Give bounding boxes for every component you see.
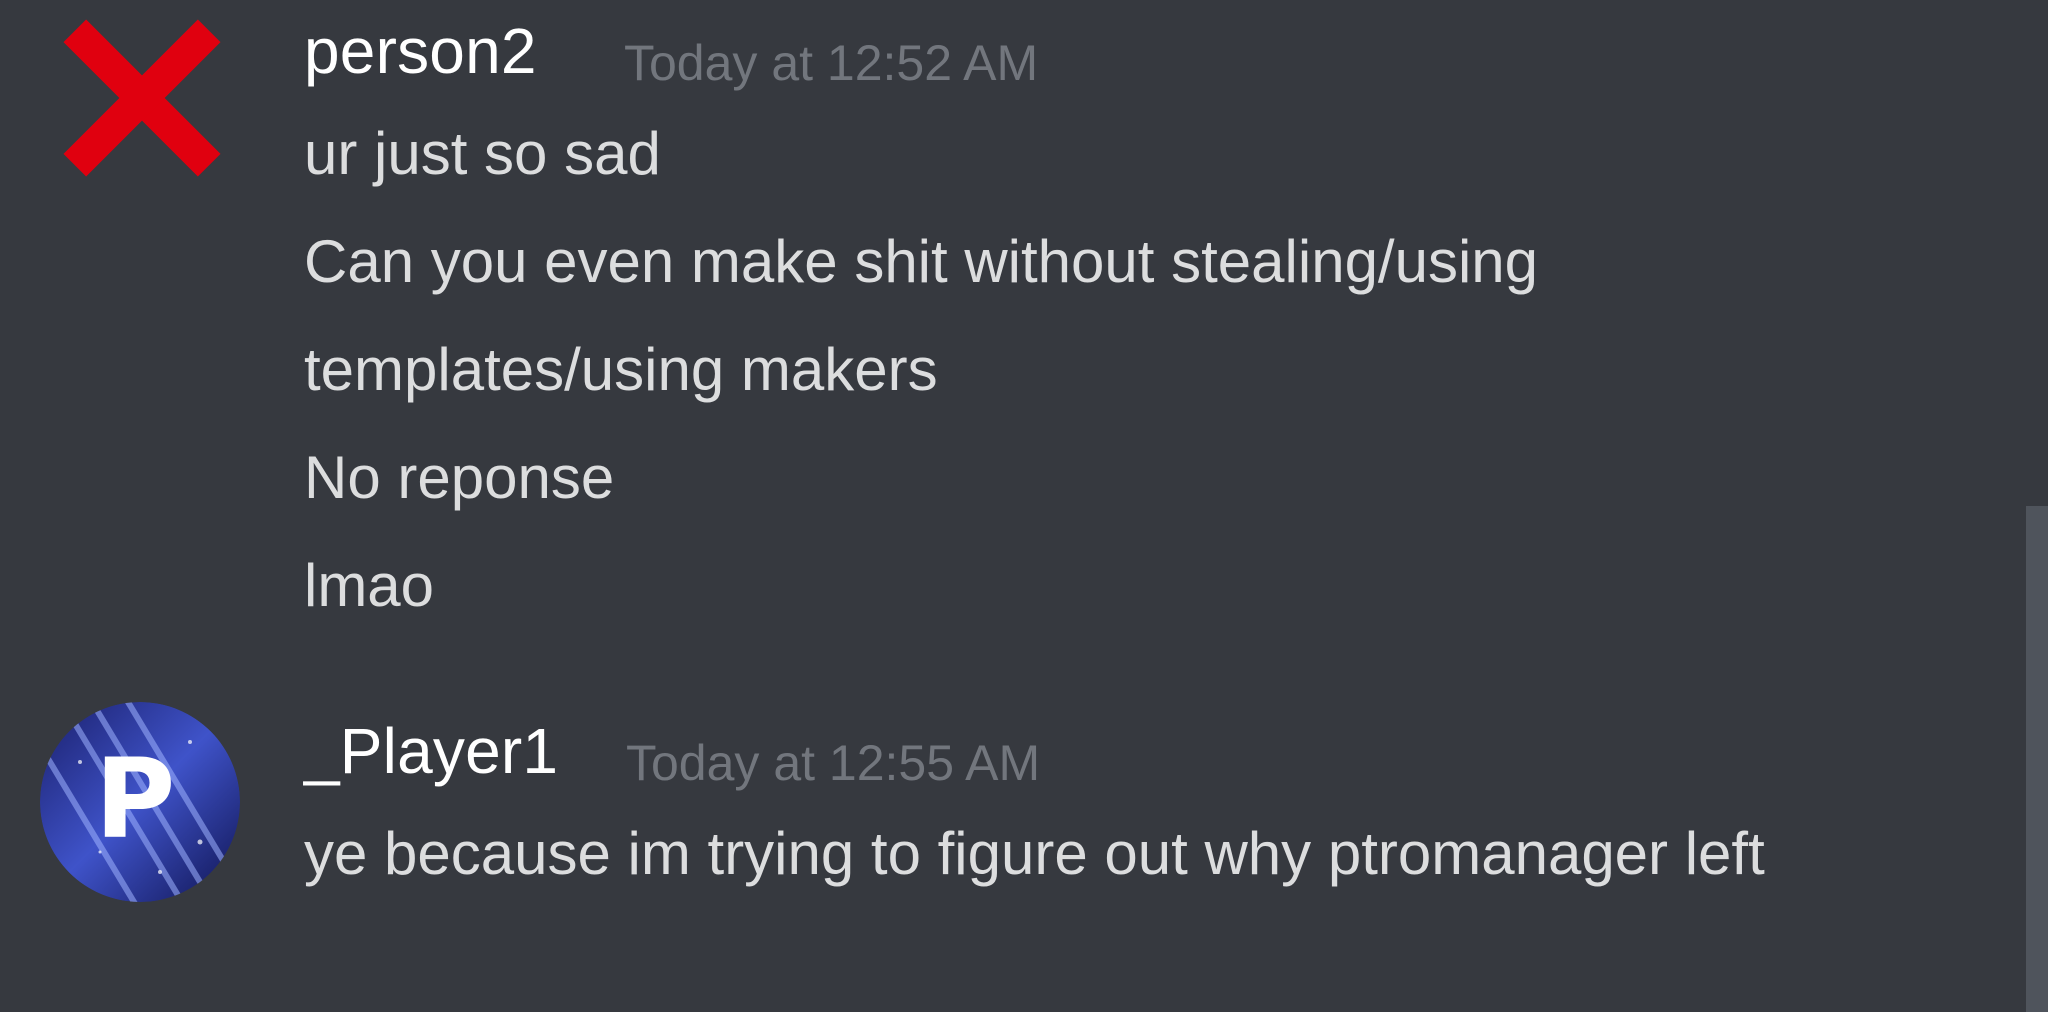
- timestamp: Today at 12:55 AM: [626, 735, 1041, 791]
- message-text: templates/using makers: [304, 336, 938, 403]
- message-text: ye because im trying to figure out why p…: [304, 820, 1765, 887]
- message-content: _Player1 Today at 12:55 AM ye because im…: [304, 700, 1988, 908]
- red-x-icon: [63, 19, 221, 177]
- avatar[interactable]: [58, 14, 226, 182]
- p-letter-avatar: P: [40, 702, 240, 902]
- avatar[interactable]: P: [40, 702, 240, 902]
- message-text: ur just so sad: [304, 120, 661, 187]
- message-text: lmao: [304, 552, 435, 619]
- message-text: Can you even make shit without stealing/…: [304, 228, 1539, 295]
- message-header: _Player1 Today at 12:55 AM: [304, 700, 1988, 800]
- message-header: person2 Today at 12:52 AM: [304, 0, 1988, 100]
- message-content: person2 Today at 12:52 AM ur just so sad…: [304, 0, 1988, 640]
- message-group: person2 Today at 12:52 AM ur just so sad…: [0, 0, 2048, 640]
- avatar-letter: P: [95, 735, 176, 863]
- username[interactable]: person2: [304, 14, 537, 88]
- message-group: P _Player1 Today at 12:55 AM ye because …: [0, 700, 2048, 1000]
- username[interactable]: _Player1: [304, 714, 558, 788]
- scrollbar[interactable]: [2026, 506, 2048, 1012]
- message-text: No reponse: [304, 444, 615, 511]
- timestamp: Today at 12:52 AM: [624, 35, 1039, 91]
